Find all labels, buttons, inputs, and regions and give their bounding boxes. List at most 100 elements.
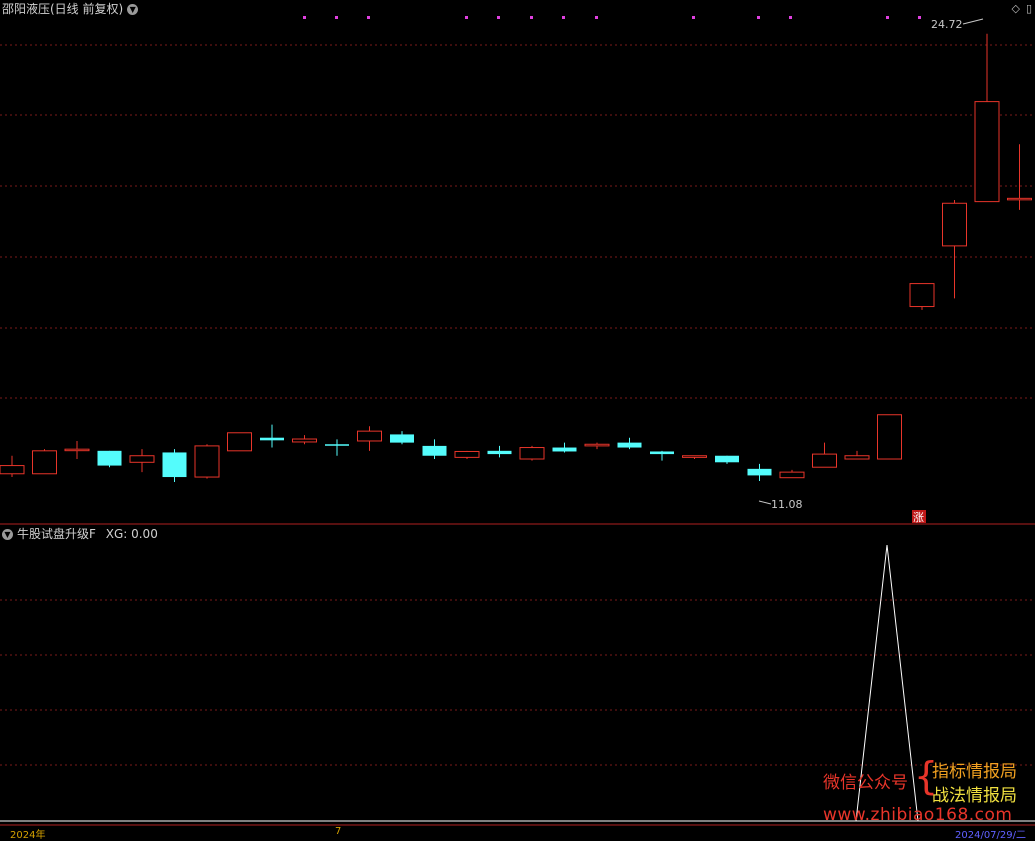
candle-body (422, 445, 447, 456)
signal-dot (465, 16, 468, 19)
candle[interactable] (519, 445, 545, 461)
candle-body (194, 445, 220, 478)
candle-body (325, 444, 349, 446)
main-chart-title[interactable]: 邵阳液压(日线 前复权) ▼ (2, 1, 139, 17)
zhang-badge: 涨 (912, 510, 926, 524)
candle[interactable] (357, 426, 382, 451)
candlestick-chart[interactable]: 24.72 11.08 涨 (0, 0, 1035, 525)
candle[interactable] (617, 437, 642, 450)
candle[interactable] (552, 442, 577, 453)
indicator-title-bar[interactable]: ▼ 牛股试盘升级F XG: 0.00 (2, 526, 158, 542)
signal-dot (303, 16, 306, 19)
signal-dot (497, 16, 500, 19)
candle[interactable] (325, 439, 349, 456)
candle-body (162, 452, 187, 478)
candle[interactable] (682, 455, 707, 460)
signal-dot (562, 16, 565, 19)
candle[interactable] (454, 450, 480, 460)
candles-group (0, 33, 1032, 482)
candle[interactable] (422, 439, 447, 460)
candle-body (909, 283, 935, 308)
chevron-down-icon[interactable]: ▼ (127, 4, 139, 15)
candle-body (227, 432, 252, 452)
candle-body (942, 202, 967, 247)
signal-dot (789, 16, 792, 19)
signal-dot (886, 16, 889, 19)
min-price-label: 11.08 (771, 498, 803, 511)
watermark-line-2: 战法情报局 (932, 786, 1017, 806)
candle-body (877, 414, 902, 460)
candle[interactable] (292, 435, 317, 445)
signal-dot (335, 16, 338, 19)
candle[interactable] (227, 432, 252, 452)
signal-dot (530, 16, 533, 19)
candle[interactable] (194, 444, 220, 479)
date-axis-right: 2024/07/29/二 (955, 830, 1027, 841)
candle-body (715, 455, 739, 463)
candle[interactable] (97, 450, 122, 468)
window-icon[interactable]: ▯ (1026, 2, 1032, 15)
diamond-icon[interactable]: ◇ (1011, 2, 1019, 15)
candle[interactable] (942, 199, 967, 299)
stock-title: 邵阳液压(日线 前复权) (2, 2, 124, 16)
signal-dot (918, 16, 921, 19)
candle-body (454, 450, 480, 458)
candle-body (584, 443, 610, 447)
date-axis-mid: 7 (335, 826, 342, 837)
min-price-annotation: 11.08 (758, 498, 803, 511)
candle-body (0, 465, 25, 475)
candle[interactable] (877, 414, 902, 460)
candle[interactable] (715, 455, 739, 464)
candle-body (682, 455, 707, 458)
candle[interactable] (162, 449, 187, 482)
candle[interactable] (812, 442, 837, 468)
candle[interactable] (974, 33, 1000, 203)
max-price-annotation: 24.72 (931, 18, 984, 31)
candle[interactable] (0, 455, 25, 478)
candle[interactable] (129, 449, 155, 473)
candle[interactable] (1007, 144, 1032, 210)
candle[interactable] (650, 450, 674, 461)
candle[interactable] (584, 442, 610, 450)
top-right-icons: ◇ ▯ (1005, 2, 1032, 15)
candle[interactable] (260, 424, 284, 448)
signal-dot (595, 16, 598, 19)
candle-body (844, 455, 870, 460)
candle[interactable] (909, 283, 935, 310)
candle[interactable] (32, 449, 57, 475)
candle-body (357, 430, 382, 442)
price-gridlines (0, 44, 1035, 399)
max-price-arrow (962, 18, 984, 25)
zhang-badge-text: 涨 (913, 511, 924, 524)
candle-body (974, 101, 1000, 203)
candle-body (129, 455, 155, 463)
signal-dot (367, 16, 370, 19)
signal-dot (757, 16, 760, 19)
candle-body (64, 448, 90, 452)
watermark-url: www.zhibiao168.com (823, 805, 1013, 825)
candle[interactable] (747, 463, 772, 481)
chevron-down-icon[interactable]: ▼ (2, 529, 13, 540)
candle-body (779, 471, 805, 479)
indicator-value: XG: 0.00 (105, 527, 158, 541)
candle-body (812, 453, 837, 468)
indicator-name: 牛股试盘升级F (17, 527, 96, 541)
date-axis-left: 2024年 (10, 830, 46, 841)
candle-body (519, 447, 545, 460)
candle[interactable] (64, 440, 90, 460)
candle-body (97, 450, 122, 466)
candle-body (292, 438, 317, 443)
candle-body (552, 447, 577, 452)
min-price-arrow (758, 500, 772, 505)
candle-body (747, 468, 772, 476)
candle[interactable] (487, 445, 512, 458)
signal-dot (692, 16, 695, 19)
candle-body (487, 450, 512, 455)
candle-body (390, 434, 414, 443)
candle[interactable] (779, 469, 805, 479)
candle-body (32, 450, 57, 475)
indicator-gridlines (0, 599, 1035, 766)
candle[interactable] (390, 431, 414, 445)
max-price-label: 24.72 (931, 18, 963, 31)
candle[interactable] (844, 450, 870, 460)
